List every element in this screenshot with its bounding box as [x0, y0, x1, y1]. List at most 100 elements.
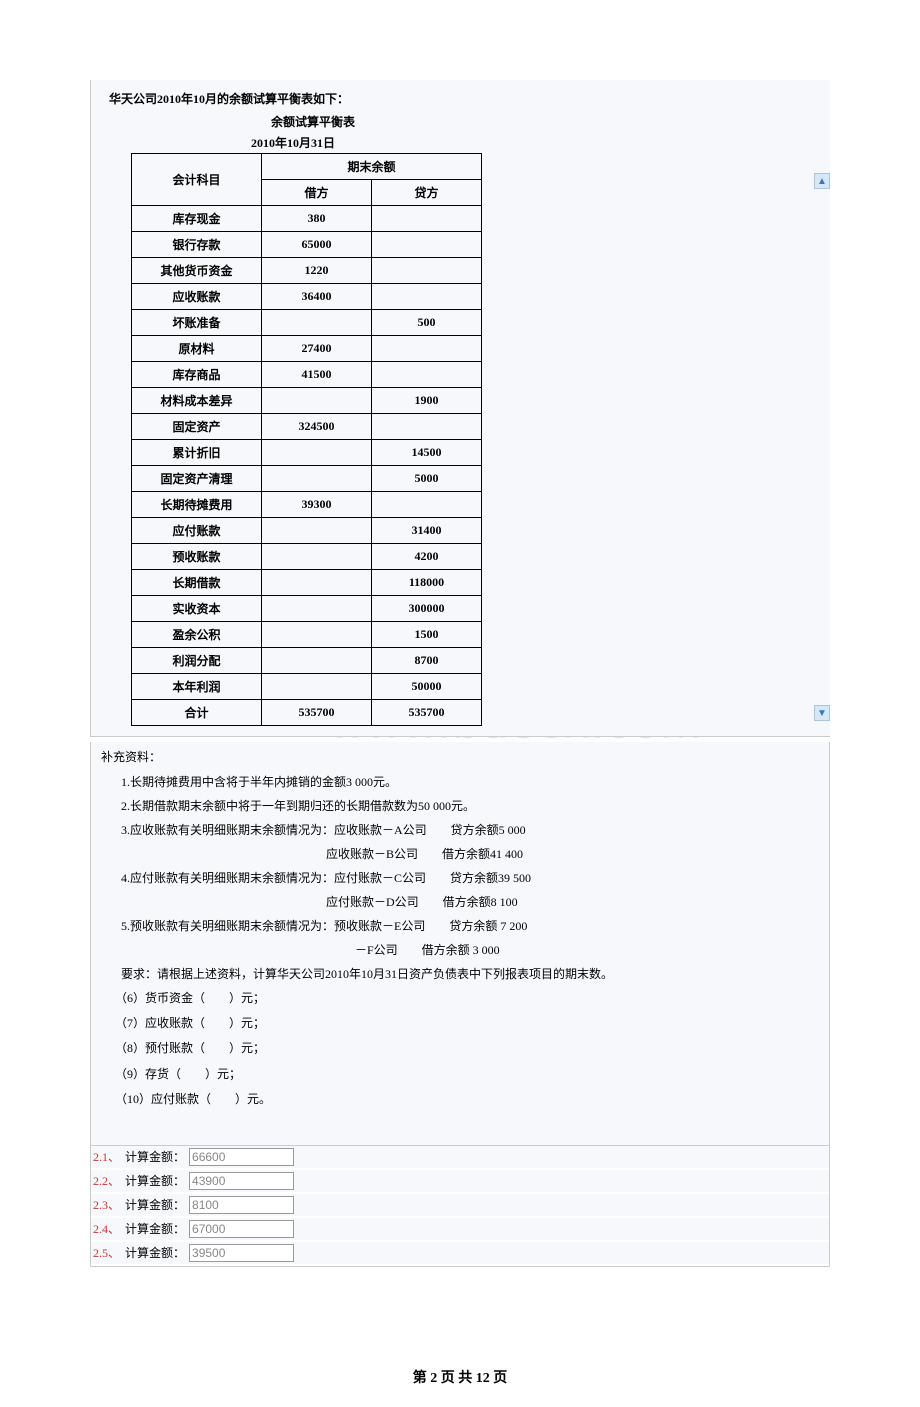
cell-debit [262, 622, 372, 648]
table-row: 盈余公积1500 [132, 622, 482, 648]
cell-debit: 36400 [262, 284, 372, 310]
cell-subject: 合计 [132, 700, 262, 726]
answer-input[interactable] [189, 1196, 294, 1214]
trial-balance-table: 会计科目 期末余额 借方 贷方 库存现金380银行存款65000其他货币资金12… [131, 153, 482, 726]
cell-debit: 535700 [262, 700, 372, 726]
supplement-block: 补充资料： 1.长期待摊费用中含将于半年内摊销的金额3 000元。 2.长期借款… [90, 742, 830, 1146]
table-row: 固定资产324500 [132, 414, 482, 440]
supp-item: 3.应收账款有关明细账期末余额情况为：应收账款－A公司 贷方余额5 000 [101, 821, 829, 839]
supp-item: 4.应付账款有关明细账期末余额情况为：应付账款－C公司 贷方余额39 500 [101, 869, 829, 887]
cell-subject: 应收账款 [132, 284, 262, 310]
cell-subject: 其他货币资金 [132, 258, 262, 284]
cell-subject: 利润分配 [132, 648, 262, 674]
question-item: （10）应付账款（ ）元。 [101, 1090, 829, 1109]
cell-debit: 65000 [262, 232, 372, 258]
table-row: 库存商品41500 [132, 362, 482, 388]
answer-input[interactable] [189, 1148, 294, 1166]
table-row: 长期借款118000 [132, 570, 482, 596]
answer-label: 计算金额： [125, 1148, 185, 1165]
supp-requirement: 要求：请根据上述资料，计算华天公司2010年10月31日资产负债表中下列报表项目… [101, 965, 829, 983]
table-date: 2010年10月31日 [91, 134, 830, 151]
cell-debit: 1220 [262, 258, 372, 284]
scroll-down-icon[interactable]: ▼ [814, 705, 830, 721]
answer-number: 2.2、 [91, 1172, 121, 1189]
cell-subject: 长期待摊费用 [132, 492, 262, 518]
table-row: 本年利润50000 [132, 674, 482, 700]
cell-debit [262, 466, 372, 492]
cell-debit [262, 570, 372, 596]
question-item: （7）应收账款（ ）元； [101, 1014, 829, 1033]
cell-credit [372, 258, 482, 284]
cell-credit [372, 362, 482, 388]
answer-label: 计算金额： [125, 1220, 185, 1237]
cell-debit [262, 518, 372, 544]
cell-debit [262, 310, 372, 336]
th-debit: 借方 [262, 180, 372, 206]
cell-credit [372, 206, 482, 232]
table-row: 实收资本300000 [132, 596, 482, 622]
cell-subject: 累计折旧 [132, 440, 262, 466]
question-item: （8）预付账款（ ）元； [101, 1039, 829, 1058]
cell-credit: 8700 [372, 648, 482, 674]
cell-credit [372, 414, 482, 440]
cell-debit: 27400 [262, 336, 372, 362]
answer-label: 计算金额： [125, 1244, 185, 1261]
cell-subject: 应付账款 [132, 518, 262, 544]
table-row: 其他货币资金1220 [132, 258, 482, 284]
cell-debit: 380 [262, 206, 372, 232]
cell-debit [262, 674, 372, 700]
cell-subject: 库存现金 [132, 206, 262, 232]
answer-row: 2.4、计算金额： [91, 1218, 829, 1240]
th-credit: 贷方 [372, 180, 482, 206]
table-row: 银行存款65000 [132, 232, 482, 258]
cell-credit [372, 336, 482, 362]
table-row: 应收账款36400 [132, 284, 482, 310]
answer-row: 2.5、计算金额： [91, 1242, 829, 1264]
table-row: 合计535700535700 [132, 700, 482, 726]
cell-debit [262, 648, 372, 674]
answer-row: 2.3、计算金额： [91, 1194, 829, 1216]
answer-row: 2.2、计算金额： [91, 1170, 829, 1192]
cell-credit [372, 492, 482, 518]
table-row: 材料成本差异 1900 [132, 388, 482, 414]
answer-label: 计算金额： [125, 1196, 185, 1213]
supp-item: 1.长期待摊费用中含将于半年内摊销的金额3 000元。 [101, 773, 829, 791]
table-row: 利润分配 8700 [132, 648, 482, 674]
trial-balance-block: ▲ ▼ 华天公司2010年10月的余额试算平衡表如下： 余额试算平衡表 2010… [90, 80, 830, 737]
answers-block: 2.1、计算金额：2.2、计算金额：2.3、计算金额：2.4、计算金额：2.5、… [90, 1146, 830, 1267]
question-item: （6）货币资金（ ）元； [101, 989, 829, 1008]
cell-subject: 固定资产 [132, 414, 262, 440]
cell-credit: 118000 [372, 570, 482, 596]
answer-number: 2.1、 [91, 1148, 121, 1165]
cell-credit: 14500 [372, 440, 482, 466]
page-footer: 第 2 页 共 12 页 [90, 1367, 830, 1407]
cell-subject: 材料成本差异 [132, 388, 262, 414]
cell-credit: 500 [372, 310, 482, 336]
cell-subject: 银行存款 [132, 232, 262, 258]
table-row: 原材料27400 [132, 336, 482, 362]
cell-credit: 1500 [372, 622, 482, 648]
answer-input[interactable] [189, 1244, 294, 1262]
cell-debit [262, 596, 372, 622]
answer-row: 2.1、计算金额： [91, 1146, 829, 1168]
scroll-up-icon[interactable]: ▲ [814, 173, 830, 189]
th-balance-group: 期末余额 [262, 154, 482, 180]
cell-credit: 300000 [372, 596, 482, 622]
supp-item: 5.预收账款有关明细账期末余额情况为：预收账款－E公司 贷方余额 7 200 [101, 917, 829, 935]
answer-number: 2.4、 [91, 1220, 121, 1237]
answer-input[interactable] [189, 1172, 294, 1190]
cell-subject: 原材料 [132, 336, 262, 362]
cell-subject: 库存商品 [132, 362, 262, 388]
table-row: 库存现金380 [132, 206, 482, 232]
table-row: 坏账准备500 [132, 310, 482, 336]
cell-credit: 535700 [372, 700, 482, 726]
answer-input[interactable] [189, 1220, 294, 1238]
cell-credit [372, 284, 482, 310]
th-subject: 会计科目 [132, 154, 262, 206]
cell-credit: 1900 [372, 388, 482, 414]
cell-credit: 5000 [372, 466, 482, 492]
cell-debit [262, 440, 372, 466]
answer-label: 计算金额： [125, 1172, 185, 1189]
block-title: 华天公司2010年10月的余额试算平衡表如下： [91, 90, 830, 107]
supp-item: －F公司 借方余额 3 000 [101, 941, 829, 959]
